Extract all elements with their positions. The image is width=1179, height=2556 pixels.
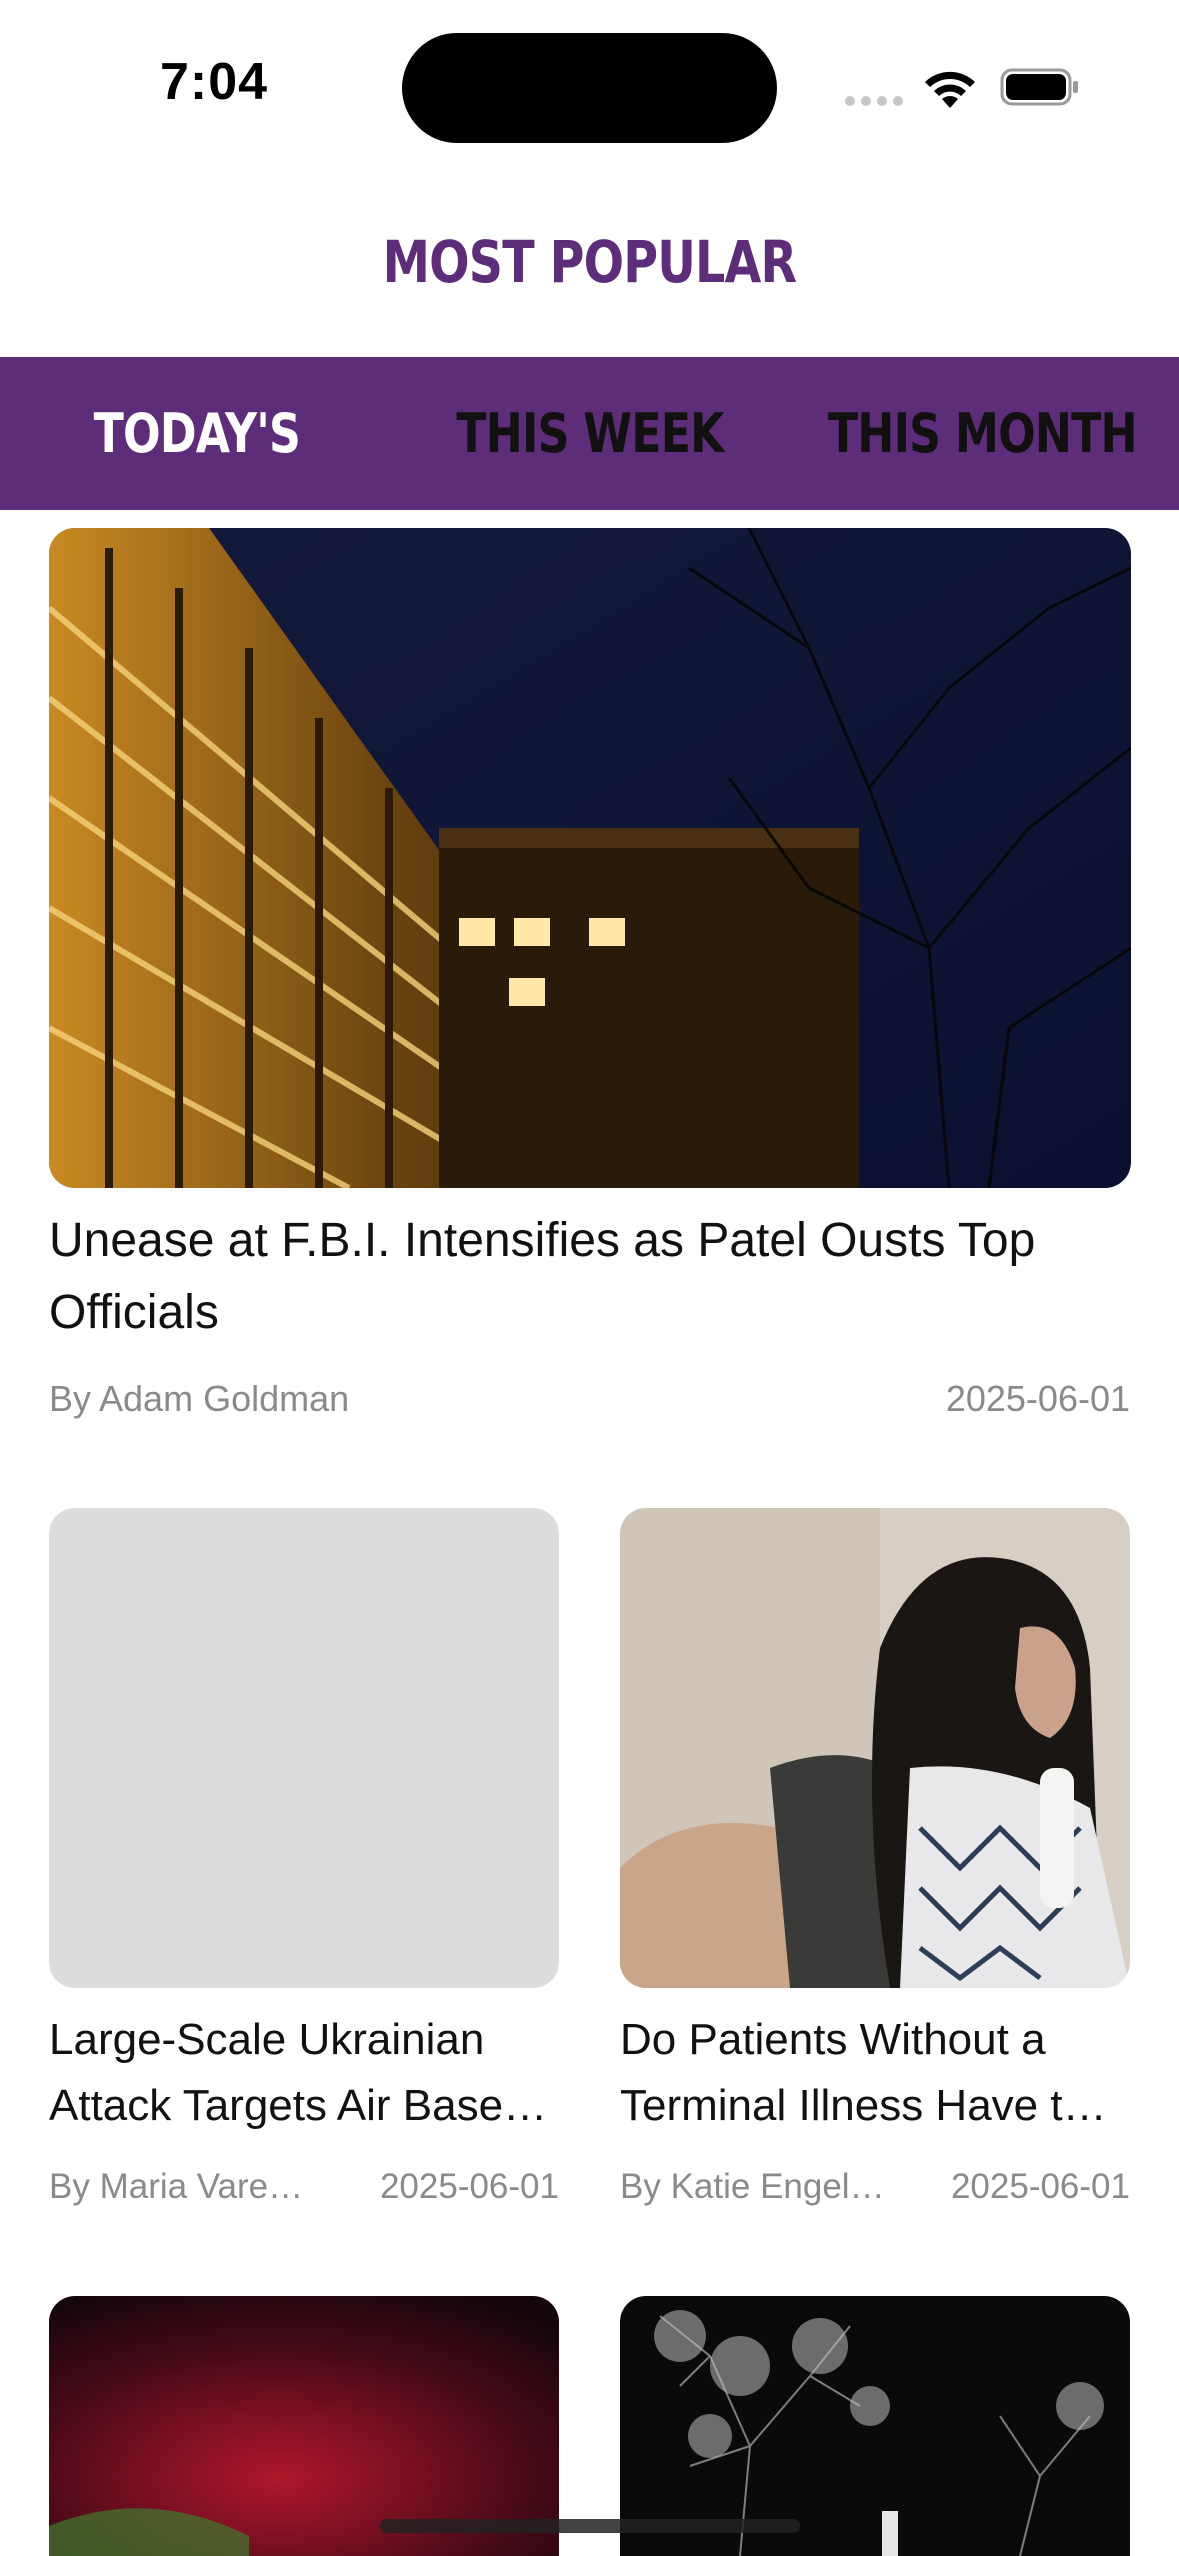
article-image-placeholder[interactable] xyxy=(49,1508,559,1988)
battery-icon xyxy=(1000,68,1078,106)
tab-this-month[interactable]: THIS MONTH xyxy=(786,357,1179,510)
status-time: 7:04 xyxy=(160,53,269,111)
hero-article-author: By Adam Goldman xyxy=(49,1378,350,1419)
article-title[interactable]: Large-Scale Ukrainian Attack Targets Air… xyxy=(49,2007,559,2139)
tab-todays[interactable]: TODAY'S xyxy=(0,357,393,510)
period-tab-bar: TODAY'S THIS WEEK THIS MONTH xyxy=(0,357,1179,510)
article-author: By Katie Engelhart xyxy=(620,2167,890,2206)
cellular-signal-icon xyxy=(845,96,903,106)
dynamic-island xyxy=(402,33,777,143)
tab-label: THIS MONTH xyxy=(828,402,1138,465)
article-title[interactable]: Do Patients Without a Terminal Illness H… xyxy=(620,2007,1130,2139)
hero-article-image[interactable] xyxy=(49,528,1131,1188)
article-date: 2025-06-01 xyxy=(379,2167,559,2206)
article-date: 2025-06-01 xyxy=(950,2167,1130,2206)
article-image[interactable] xyxy=(49,2296,559,2556)
article-image[interactable] xyxy=(620,1508,1130,1988)
article-author: By Maria Varenikova xyxy=(49,2167,319,2206)
article-image[interactable] xyxy=(620,2296,1130,2556)
hero-article-title[interactable]: Unease at F.B.I. Intensifies as Patel Ou… xyxy=(49,1205,1131,1349)
page-title: MOST POPULAR xyxy=(382,228,797,296)
tab-label: THIS WEEK xyxy=(455,402,724,465)
wifi-icon xyxy=(925,71,975,108)
status-bar: 7:04 xyxy=(0,0,1179,160)
hero-article-date: 2025-06-01 xyxy=(945,1378,1130,1419)
home-indicator[interactable] xyxy=(380,2519,800,2533)
tab-label: TODAY'S xyxy=(93,402,300,465)
tab-this-week[interactable]: THIS WEEK xyxy=(393,357,786,510)
